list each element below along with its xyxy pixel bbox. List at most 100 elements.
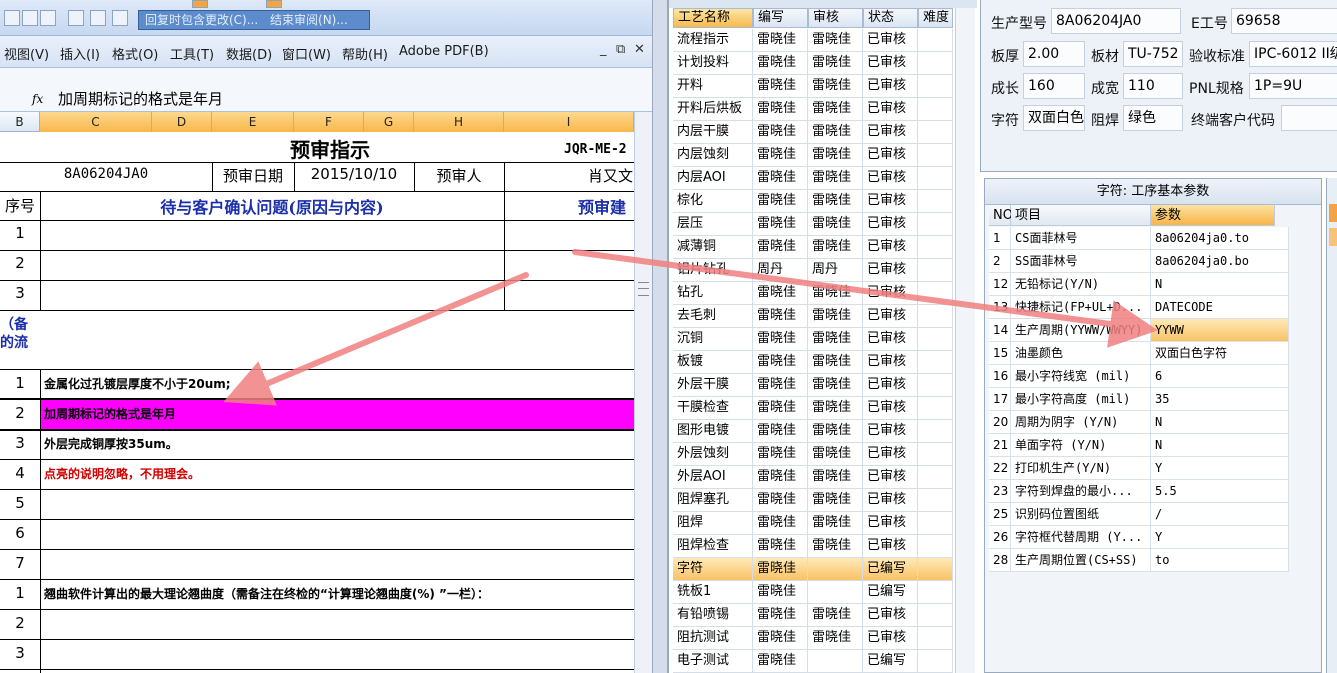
parameter-row[interactable]: 25 识别码位置图纸 / [989, 503, 1289, 526]
scrollbar-grip-icon[interactable] [638, 282, 649, 296]
parameter-row[interactable]: 12 无铅标记(Y/N) N [989, 273, 1289, 296]
header-status[interactable]: 状态 [863, 8, 918, 28]
length-field[interactable]: 160 [1023, 73, 1085, 99]
param-value[interactable]: YYWW [1151, 319, 1289, 341]
width-field[interactable]: 110 [1123, 73, 1183, 99]
process-row[interactable]: 电子测试 雷晓佳 已编写 [673, 650, 953, 673]
header-difficulty[interactable]: 难度 [918, 8, 953, 28]
process-row[interactable]: 外层AOI 雷晓佳 雷晓佳 已审核 [673, 466, 953, 489]
parameter-row[interactable]: 17 最小字符高度 (mil) 35 [989, 388, 1289, 411]
parameter-row[interactable]: 14 生产周期(YYWW/WWYY) YYWW [989, 319, 1289, 342]
process-row[interactable]: 有铅喷锡 雷晓佳 雷晓佳 已审核 [673, 604, 953, 627]
parameter-row[interactable]: 21 单面字符 (Y/N) N [989, 434, 1289, 457]
menu-tools[interactable]: 工具(T) [170, 44, 214, 63]
note-text[interactable]: 金属化过孔镀层厚度不小于20um; [44, 375, 504, 395]
menu-adobe-pdf[interactable]: Adobe PDF(B) [399, 44, 489, 59]
process-row[interactable]: 外层蚀刻 雷晓佳 雷晓佳 已审核 [673, 443, 953, 466]
menu-window[interactable]: 窗口(W) [282, 44, 331, 63]
process-row[interactable]: 减薄铜 雷晓佳 雷晓佳 已审核 [673, 236, 953, 259]
process-row[interactable]: 铣板1 雷晓佳 已编写 [673, 581, 953, 604]
toolbar-button-icon[interactable] [40, 10, 56, 26]
param-value[interactable]: 双面白色字符 [1151, 342, 1289, 364]
param-value[interactable]: Y [1151, 526, 1289, 548]
param-value[interactable]: N [1151, 273, 1289, 295]
column-header-c[interactable]: C [40, 112, 152, 132]
menu-help[interactable]: 帮助(H) [342, 44, 388, 63]
vertical-scrollbar[interactable] [634, 112, 652, 673]
model-number-cell[interactable]: 8A06204JA0 [0, 166, 212, 188]
process-row[interactable]: 棕化 雷晓佳 雷晓佳 已审核 [673, 190, 953, 213]
column-header-d[interactable]: D [152, 112, 212, 132]
parameter-row[interactable]: 16 最小字符线宽 (mil) 6 [989, 365, 1289, 388]
side-tab[interactable] [1329, 228, 1337, 246]
toolbar-button-icon[interactable] [90, 10, 106, 26]
menu-view[interactable]: 视图(V) [4, 44, 49, 63]
param-value[interactable]: 8a06204ja0.bo [1151, 250, 1289, 272]
parameter-row[interactable]: 15 油墨颜色 双面白色字符 [989, 342, 1289, 365]
header-value[interactable]: 参数 [1151, 205, 1275, 226]
header-no[interactable]: NO [989, 205, 1013, 226]
column-header-h[interactable]: H [414, 112, 504, 132]
side-tab[interactable] [1329, 204, 1337, 222]
process-row[interactable]: 铝片钻孔 周丹 周丹 已审核 [673, 259, 953, 282]
restore-icon[interactable]: ⧉ [616, 42, 625, 57]
header-reviewer[interactable]: 审核 [808, 8, 863, 28]
menu-insert[interactable]: 插入(I) [60, 44, 100, 63]
minimize-icon[interactable]: _ [600, 42, 607, 57]
param-value[interactable]: / [1151, 503, 1289, 525]
parameter-row[interactable]: 23 字符到焊盘的最小... 5.5 [989, 480, 1289, 503]
char-field[interactable]: 双面白色 [1023, 105, 1085, 131]
param-value[interactable]: 6 [1151, 365, 1289, 387]
process-row[interactable]: 图形电镀 雷晓佳 雷晓佳 已审核 [673, 420, 953, 443]
toolbar-button-icon[interactable] [112, 10, 128, 26]
param-value[interactable]: N [1151, 434, 1289, 456]
param-value[interactable]: DATECODE [1151, 296, 1289, 318]
reply-with-changes-button[interactable]: 回复时包含更改(C)... [145, 13, 258, 27]
parameter-row[interactable]: 13 快捷标记(FP+UL+D... DATECODE [989, 296, 1289, 319]
model-field[interactable]: 8A06204JA0 [1051, 8, 1181, 34]
process-row[interactable]: 开料后烘板 雷晓佳 雷晓佳 已审核 [673, 98, 953, 121]
param-value[interactable]: 35 [1151, 388, 1289, 410]
parameter-row[interactable]: 28 生产周期位置(CS+SS) to [989, 549, 1289, 572]
toolbar-button-icon[interactable] [266, 0, 282, 8]
column-header-f[interactable]: F [294, 112, 364, 132]
process-row[interactable]: 干膜检查 雷晓佳 雷晓佳 已审核 [673, 397, 953, 420]
column-header-b[interactable]: B [0, 112, 40, 132]
customer-code-field[interactable] [1281, 105, 1337, 131]
toolbar-button-icon[interactable] [68, 10, 84, 26]
param-value[interactable]: 5.5 [1151, 480, 1289, 502]
process-row[interactable]: 层压 雷晓佳 雷晓佳 已审核 [673, 213, 953, 236]
process-row[interactable]: 计划投料 雷晓佳 雷晓佳 已审核 [673, 52, 953, 75]
param-value[interactable]: 8a06204ja0.to [1151, 227, 1289, 249]
toolbar-button-icon[interactable] [4, 10, 20, 26]
thickness-field[interactable]: 2.00 [1023, 41, 1085, 67]
process-row[interactable]: 钻孔 雷晓佳 雷晓佳 已审核 [673, 282, 953, 305]
menu-format[interactable]: 格式(O) [112, 44, 158, 63]
process-row[interactable]: 阻焊塞孔 雷晓佳 雷晓佳 已审核 [673, 489, 953, 512]
column-header-e[interactable]: E [212, 112, 294, 132]
process-row[interactable]: 沉铜 雷晓佳 雷晓佳 已审核 [673, 328, 953, 351]
process-row[interactable]: 外层干膜 雷晓佳 雷晓佳 已审核 [673, 374, 953, 397]
toolbar-button-icon[interactable] [22, 10, 38, 26]
worksheet-grid[interactable]: 预审指示 JQR-ME-2 8A06204JA0 预审日期 2015/10/10… [0, 132, 634, 673]
note-text-highlighted[interactable]: 加周期标记的格式是年月 [44, 405, 504, 425]
parameter-row[interactable]: 22 打印机生产(Y/N) Y [989, 457, 1289, 480]
process-row[interactable]: 内层蚀刻 雷晓佳 雷晓佳 已审核 [673, 144, 953, 167]
material-field[interactable]: TU-752 [1123, 41, 1183, 67]
note-text[interactable]: 外层完成铜厚按35um。 [44, 435, 504, 455]
review-date-cell[interactable]: 2015/10/10 [294, 165, 414, 187]
process-row[interactable]: 阻焊 雷晓佳 雷晓佳 已审核 [673, 512, 953, 535]
process-row[interactable]: 字符 雷晓佳 已编写 [673, 558, 953, 581]
param-value[interactable]: N [1151, 411, 1289, 433]
pnl-field[interactable]: 1P=9U [1249, 73, 1337, 99]
param-value[interactable]: Y [1151, 457, 1289, 479]
end-review-button[interactable]: 结束审阅(N)... [270, 13, 348, 27]
process-row[interactable]: 板镀 雷晓佳 雷晓佳 已审核 [673, 351, 953, 374]
process-row[interactable]: 内层干膜 雷晓佳 雷晓佳 已审核 [673, 121, 953, 144]
warp-instruction[interactable]: 翘曲软件计算出的最大理论翘曲度（需备注在终检的“计算理论翘曲度(%) ”一栏）： [44, 585, 634, 605]
process-row[interactable]: 阻抗测试 雷晓佳 雷晓佳 已审核 [673, 627, 953, 650]
toolbar-button-icon[interactable] [192, 0, 208, 8]
header-process-name[interactable]: 工艺名称 [673, 8, 753, 28]
reviewer-cell[interactable]: 肖又文 [588, 165, 634, 187]
standard-field[interactable]: IPC-6012 II级 [1249, 41, 1337, 67]
